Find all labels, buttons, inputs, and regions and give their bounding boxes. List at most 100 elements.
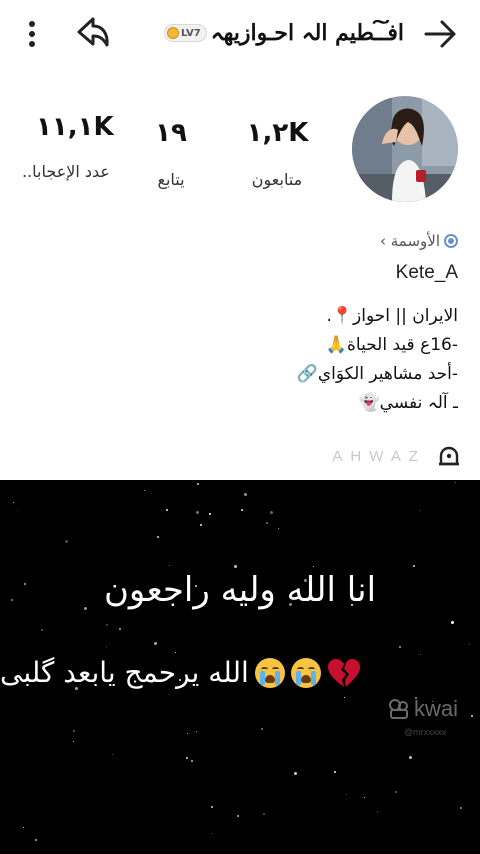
star-particle — [144, 490, 145, 491]
share-button[interactable] — [72, 14, 114, 54]
followers-label: متابعون — [251, 170, 303, 189]
star-particle — [244, 493, 247, 496]
top-bar: افـ͠ـطيم الہ ‌اﺣـوازيهہ LV7 — [0, 0, 480, 66]
star-particle — [73, 730, 75, 732]
star-particle — [191, 760, 193, 762]
bio-line: ـ آلہ نفسي👻 — [358, 393, 459, 413]
star-particle — [261, 728, 263, 730]
likes-stat[interactable]: ١١,١K عدد الإعجابا.. — [10, 112, 122, 181]
star-particle — [187, 733, 188, 734]
star-particle — [119, 628, 121, 630]
star-particle — [73, 741, 74, 742]
star-particle — [106, 646, 107, 647]
star-particle — [200, 524, 202, 526]
star-particle — [409, 756, 412, 759]
username: Kete_A — [395, 262, 458, 283]
location-pin-icon — [439, 446, 459, 466]
star-particle — [469, 644, 470, 645]
star-particle — [451, 621, 454, 624]
star-particle — [211, 833, 212, 834]
profile-title: افـ͠ـطيم الہ ‌اﺣـوازيهہ — [210, 20, 404, 46]
star-particle — [23, 827, 24, 828]
bio-line: -أحد مشاهير الكوَاي🔗 — [296, 364, 458, 384]
star-particle — [65, 540, 68, 543]
star-particle — [169, 565, 170, 566]
crying-face-icon — [290, 657, 321, 688]
crying-face-icon — [254, 657, 285, 688]
star-particle — [112, 754, 113, 755]
following-label: يتابع — [157, 170, 185, 189]
star-particle — [35, 839, 37, 841]
video-caption-line2-text: الله يرحمج يابعد گلبى — [0, 656, 249, 689]
star-particle — [241, 509, 243, 511]
likes-count: ١١,١K — [36, 112, 114, 142]
profile-panel: افـ͠ـطيم الہ ‌اﺣـوازيهہ LV7 ١,٢K متا — [0, 0, 480, 480]
star-particle — [294, 772, 297, 775]
kwai-watermark-text: kwai — [414, 696, 459, 721]
star-particle — [395, 791, 397, 793]
bio-line: -16ع قيد الحياة🙏 — [325, 335, 458, 355]
star-particle — [344, 697, 345, 698]
star-particle — [237, 815, 239, 817]
star-particle — [270, 511, 273, 514]
avatar-photo-image — [352, 96, 458, 202]
star-particle — [455, 482, 456, 483]
share-arrow-icon — [77, 17, 109, 47]
bio-line: الايران || احواز📍. — [326, 306, 458, 326]
video-player[interactable]: انا الله وليه راجعون الله يرحمج يابعد گل… — [0, 480, 480, 854]
badge-medal-icon — [444, 234, 458, 248]
vertical-dots-icon — [29, 21, 35, 47]
star-particle — [334, 771, 336, 773]
star-particle — [17, 510, 18, 511]
star-particle — [313, 566, 314, 567]
region-tag[interactable]: AHWAZ — [332, 446, 460, 466]
star-particle — [420, 654, 421, 655]
star-particle — [263, 813, 265, 815]
badges-label: الأوسمة › — [379, 232, 440, 250]
followers-stat[interactable]: ١,٢K متابعون — [245, 118, 309, 189]
star-particle — [471, 715, 473, 717]
level-badge: LV7 — [164, 24, 207, 42]
star-particle — [346, 794, 347, 795]
star-particle — [413, 565, 415, 567]
star-particle — [419, 510, 420, 511]
arrow-right-icon — [424, 20, 456, 48]
star-particle — [211, 806, 213, 808]
star-particle — [166, 509, 168, 511]
following-stat[interactable]: ١٩ يتابع — [148, 118, 194, 189]
star-particle — [377, 811, 378, 812]
star-particle — [266, 522, 268, 524]
star-particle — [157, 536, 159, 538]
star-particle — [106, 624, 108, 626]
badges-link[interactable]: الأوسمة › — [380, 232, 458, 250]
star-particle — [278, 528, 279, 529]
star-particle — [196, 731, 197, 732]
star-particle — [209, 513, 211, 515]
likes-label: عدد الإعجابا.. — [22, 162, 110, 181]
kwai-logo-icon — [389, 699, 408, 719]
star-particle — [460, 807, 462, 809]
star-particle — [41, 629, 43, 631]
bio-text: الايران || احواز📍. -16ع قيد الحياة🙏 -أحد… — [158, 302, 458, 418]
following-count: ١٩ — [155, 118, 188, 148]
level-coin-icon — [167, 27, 179, 39]
profile-title-row: افـ͠ـطيم الہ ‌اﺣـوازيهہ LV7 — [134, 16, 404, 50]
star-particle — [196, 511, 199, 514]
star-particle — [154, 642, 157, 645]
star-particle — [399, 646, 401, 648]
followers-count: ١,٢K — [246, 118, 309, 148]
kwai-watermark-handle: @mrxxxxx — [404, 727, 447, 737]
star-particle — [186, 757, 188, 759]
region-text: AHWAZ — [332, 447, 426, 465]
broken-heart-icon — [327, 658, 360, 687]
video-caption-line1: انا الله وليه راجعون — [103, 570, 377, 610]
more-options-button[interactable] — [18, 16, 46, 52]
kwai-watermark: kwai — [388, 696, 458, 722]
star-particle — [197, 483, 199, 485]
video-caption-line2: الله يرحمج يابعد گلبى — [0, 656, 480, 689]
star-particle — [175, 652, 176, 653]
back-button[interactable] — [420, 14, 460, 54]
star-particle — [234, 565, 237, 568]
star-particle — [364, 797, 365, 798]
avatar[interactable] — [352, 96, 458, 202]
